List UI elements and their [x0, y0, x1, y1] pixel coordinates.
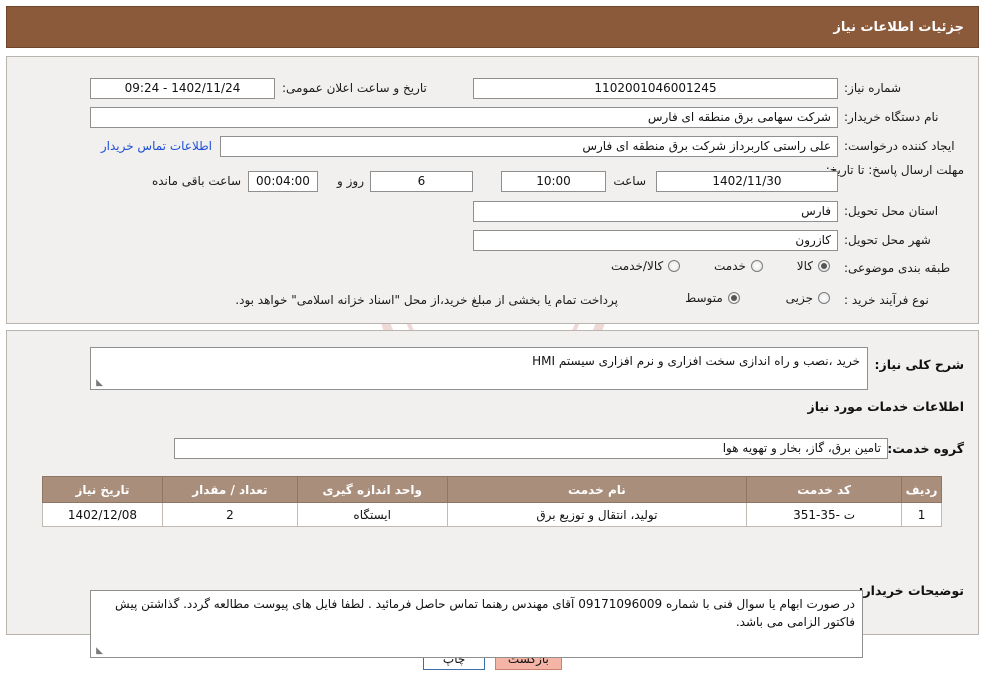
services-section-title: اطلاعات خدمات مورد نیاز [807, 399, 965, 414]
buyer-org-label: نام دستگاه خریدار: [844, 110, 939, 124]
service-group-label: گروه خدمت: [887, 441, 964, 456]
deadline-time-value: 10:00 [501, 171, 606, 192]
service-group-value: تامین برق، گاز، بخار و تهویه هوا [174, 438, 888, 459]
remaining-time-value: 00:04:00 [248, 171, 318, 192]
col-quantity: تعداد / مقدار [161, 476, 298, 503]
summary-label: شرح کلی نیاز: [874, 357, 964, 372]
resize-grip-icon[interactable]: ◣ [93, 378, 103, 388]
process-radio-group[interactable]: جزیی متوسط [667, 291, 830, 307]
page-root: AriaTender.net جزئیات اطلاعات نیاز شماره… [0, 0, 985, 691]
col-name: نام خدمت [446, 476, 748, 503]
category-label: طبقه بندی موضوعی: [844, 261, 951, 275]
process-note: پرداخت تمام یا بخشی از مبلغ خرید،از محل … [235, 293, 618, 307]
page-header: جزئیات اطلاعات نیاز [6, 6, 979, 48]
resize-grip-icon[interactable]: ◣ [93, 646, 103, 656]
process-option-motevaset[interactable]: متوسط [685, 291, 740, 305]
remaining-days-value: 6 [370, 171, 473, 192]
delivery-province-value: فارس [473, 201, 838, 222]
col-radif: ردیف [901, 476, 942, 503]
col-code: کد خدمت [746, 476, 903, 503]
cell-date: 1402/12/08 [42, 502, 163, 527]
category-option-kala[interactable]: کالا [797, 259, 830, 273]
delivery-city-value: کازرون [473, 230, 838, 251]
buyer-org-value: شرکت سهامی برق منطقه ای فارس [90, 107, 838, 128]
delivery-province-label: استان محل تحویل: [844, 204, 939, 218]
need-info-panel: شماره نیاز: 1102001046001245 تاریخ و ساع… [6, 56, 979, 324]
radio-icon[interactable] [727, 292, 740, 304]
remaining-time-label: ساعت باقی مانده [151, 174, 241, 188]
buyer-notes-text: در صورت ابهام یا سوال فنی با شماره 09171… [115, 597, 855, 629]
col-date: تاریخ نیاز [42, 476, 163, 503]
process-label: نوع فرآیند خرید : [844, 293, 929, 307]
requester-label: ایجاد کننده درخواست: [844, 139, 955, 153]
buyer-contact-link[interactable]: اطلاعات تماس خریدار [101, 139, 212, 153]
announce-datetime-label: تاریخ و ساعت اعلان عمومی: [282, 81, 427, 95]
category-option-kala-khedmat[interactable]: کالا/خدمت [611, 259, 681, 273]
category-radio-group[interactable]: کالا خدمت کالا/خدمت [593, 259, 830, 275]
remaining-days-label: روز و [337, 174, 364, 188]
radio-icon[interactable] [818, 292, 830, 304]
deadline-label: مهلت ارسال پاسخ: تا تاریخ: [825, 163, 964, 177]
hour-label: ساعت [613, 174, 646, 188]
requester-value: علی راستی کاربرداز شرکت برق منطقه ای فار… [220, 136, 838, 157]
process-option-jozee[interactable]: جزیی [786, 291, 830, 305]
need-details-panel: شرح کلی نیاز: خرید ،نصب و راه اندازی سخت… [6, 330, 979, 658]
cell-quantity: 2 [161, 502, 298, 527]
need-number-value: 1102001046001245 [473, 78, 838, 99]
deadline-date-value: 1402/11/30 [656, 171, 838, 192]
summary-text: خرید ،نصب و راه اندازی سخت افزاری و نرم … [532, 354, 860, 368]
delivery-city-label: شهر محل تحویل: [844, 233, 931, 247]
buyer-notes-value: در صورت ابهام یا سوال فنی با شماره 09171… [90, 590, 863, 658]
cell-unit: ایستگاه [296, 502, 448, 527]
announce-datetime-value: 1402/11/24 - 09:24 [90, 78, 275, 99]
cell-radif: 1 [901, 502, 942, 527]
summary-value: خرید ،نصب و راه اندازی سخت افزاری و نرم … [90, 347, 868, 390]
radio-icon[interactable] [668, 260, 681, 272]
table-header-row: ردیف کد خدمت نام خدمت واحد اندازه گیری ت… [42, 476, 942, 503]
page-title: جزئیات اطلاعات نیاز [833, 19, 964, 35]
radio-icon[interactable] [750, 260, 763, 272]
cell-name: تولید، انتقال و توزیع برق [446, 502, 748, 527]
radio-icon[interactable] [818, 260, 830, 272]
services-table-wrap: ردیف کد خدمت نام خدمت واحد اندازه گیری ت… [42, 476, 942, 527]
table-row: 1 ت -35-351 تولید، انتقال و توزیع برق ای… [42, 502, 942, 527]
services-table: ردیف کد خدمت نام خدمت واحد اندازه گیری ت… [42, 476, 942, 527]
need-number-label: شماره نیاز: [844, 81, 901, 95]
buyer-notes-label: توضیحات خریدار: [858, 583, 964, 598]
cell-code: ت -35-351 [746, 502, 903, 527]
category-option-khedmat[interactable]: خدمت [714, 259, 763, 273]
col-unit: واحد اندازه گیری [296, 476, 448, 503]
